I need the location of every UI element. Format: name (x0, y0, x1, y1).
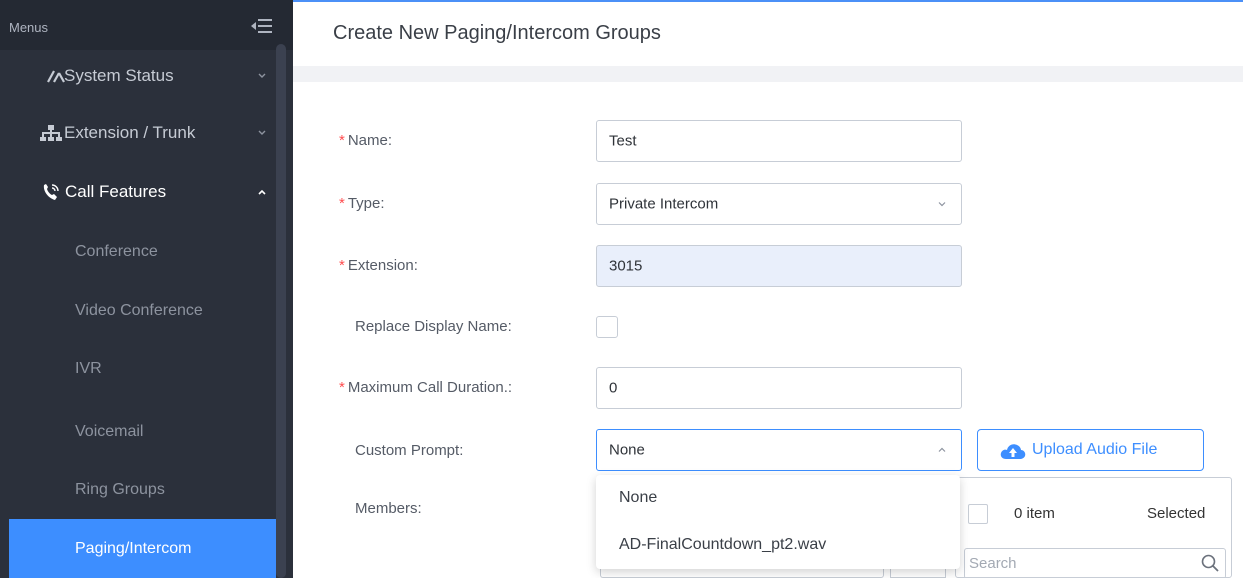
selected-header: Selected (1147, 505, 1206, 522)
sidebar-item-label: Call Features (65, 182, 167, 201)
replace-display-name-label: Replace Display Name: (355, 318, 512, 335)
sidebar-item-voicemail[interactable]: Voicemail (9, 405, 276, 458)
required-marker: * (339, 257, 345, 274)
upload-audio-file-button[interactable]: Upload Audio File (977, 429, 1204, 471)
sidebar-item-label: IVR (75, 359, 102, 377)
collapse-menu-icon[interactable] (251, 17, 273, 35)
custom-prompt-dropdown: None AD-FinalCountdown_pt2.wav (596, 475, 960, 569)
sidebar-item-call-features[interactable]: Call Features (0, 166, 276, 218)
replace-display-name-checkbox[interactable] (596, 316, 618, 338)
type-select[interactable]: Private Intercom (596, 183, 962, 225)
dropdown-option[interactable]: AD-FinalCountdown_pt2.wav (596, 524, 960, 566)
required-marker: * (339, 379, 345, 396)
sidebar-item-ring-groups[interactable]: Ring Groups (9, 463, 276, 516)
search-placeholder: Search (969, 555, 1017, 572)
search-icon (1201, 554, 1219, 572)
custom-prompt-value: None (609, 441, 645, 459)
members-label: Members: (355, 500, 422, 517)
extension-value: 3015 (609, 257, 643, 275)
type-label-text: Type: (347, 195, 385, 212)
sidebar-item-extension-trunk[interactable]: Extension / Trunk (0, 107, 276, 159)
sidebar-item-label: Conference (75, 242, 158, 260)
sidebar-item-label: Paging/Intercom (75, 539, 192, 557)
max-call-duration-input[interactable]: 0 (596, 367, 962, 409)
sidebar-item-paging-intercom[interactable]: Paging/Intercom (9, 519, 276, 578)
name-label: * Name: (339, 132, 392, 149)
max-call-duration-label: * Maximum Call Duration.: (339, 379, 512, 396)
sidebar-item-label: Extension / Trunk (64, 123, 196, 142)
type-label: * Type: (339, 195, 385, 212)
dropdown-option[interactable]: None (596, 477, 960, 519)
name-label-text: Name: (347, 132, 393, 149)
header-divider (293, 66, 1243, 82)
chevron-up-icon (258, 189, 266, 195)
sidebar-item-label: Voicemail (75, 422, 144, 440)
selected-count: 0 item (1014, 505, 1055, 522)
network-icon (40, 125, 62, 141)
extension-label-text: Extension: (347, 257, 418, 274)
sidebar-item-label: Ring Groups (75, 480, 165, 498)
dropdown-option-label: None (619, 489, 658, 506)
sidebar-scrollbar[interactable] (276, 44, 286, 578)
max-call-duration-label-text: Maximum Call Duration.: (347, 379, 513, 396)
select-all-checkbox[interactable] (968, 504, 988, 524)
required-marker: * (339, 195, 345, 212)
chevron-down-icon (258, 73, 266, 78)
required-marker: * (339, 132, 345, 149)
sidebar-item-ivr[interactable]: IVR (9, 342, 276, 395)
members-selected-list: 0 item Selected Search (955, 477, 1232, 578)
sidebar-item-conference[interactable]: Conference (9, 225, 276, 278)
extension-label: * Extension: (339, 257, 418, 274)
page-header: Create New Paging/Intercom Groups (293, 0, 1243, 66)
upload-audio-file-label: Upload Audio File (1032, 441, 1158, 458)
name-value: Test (609, 132, 637, 150)
sidebar-header: Menus (0, 0, 293, 50)
members-search-input[interactable]: Search (964, 548, 1226, 578)
extension-input[interactable]: 3015 (596, 245, 962, 287)
cloud-upload-icon (1000, 444, 1026, 459)
menus-label: Menus (9, 20, 49, 35)
custom-prompt-label: Custom Prompt: (355, 442, 464, 459)
phone-icon (43, 184, 59, 200)
max-call-duration-value: 0 (609, 379, 618, 397)
sidebar-item-system-status[interactable]: System Status (0, 50, 276, 102)
type-value: Private Intercom (609, 195, 719, 213)
dropdown-option-label: AD-FinalCountdown_pt2.wav (619, 536, 827, 553)
sidebar-item-label: System Status (64, 66, 174, 85)
chevron-down-icon (938, 202, 946, 207)
custom-prompt-select[interactable]: None (596, 429, 962, 471)
page-title: Create New Paging/Intercom Groups (333, 22, 661, 44)
chevron-up-icon (938, 447, 946, 452)
sidebar-item-label: Video Conference (75, 301, 203, 319)
sidebar-item-video-conference[interactable]: Video Conference (9, 284, 276, 337)
sidebar: Menus System Status Extension / Trunk Ca… (0, 0, 293, 578)
name-input[interactable]: Test (596, 120, 962, 162)
chevron-down-icon (258, 130, 266, 135)
